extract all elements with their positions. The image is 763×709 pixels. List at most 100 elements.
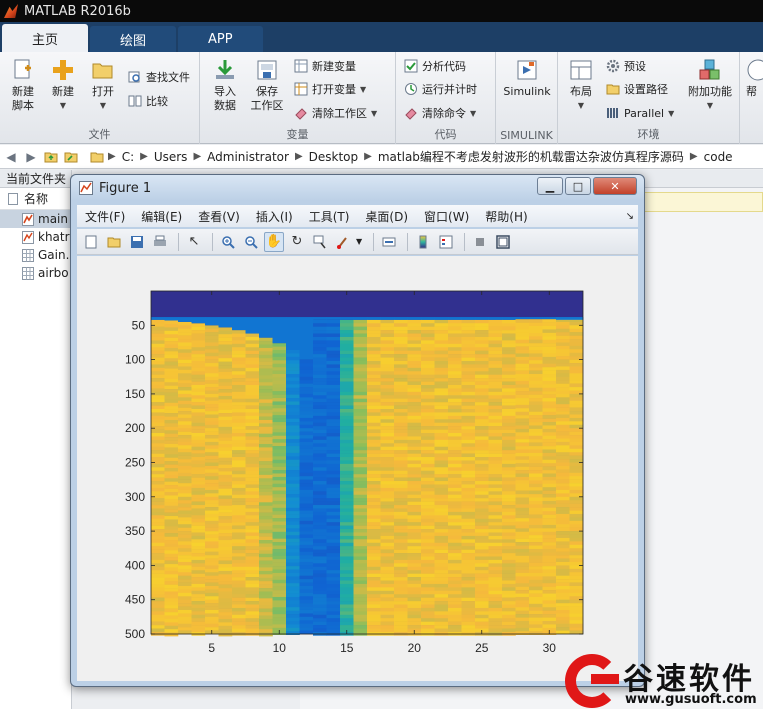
parallel-button[interactable]: Parallel ▼ [606,104,674,122]
file-row[interactable]: airbo [0,264,71,282]
heatmap-cell [367,457,381,461]
menu-desktop[interactable]: 桌面(D) [357,208,416,225]
open-button[interactable]: 打开 ▼ [86,58,120,113]
breadcrumb-item[interactable]: matlab编程不考虑发射波形的机载雷达杂波仿真程序源码 [372,148,690,165]
find-files-button[interactable]: 查找文件 [128,68,190,86]
heatmap-cell [191,350,206,355]
pan-hand-icon[interactable]: ✋ [264,231,284,252]
heatmap-chart[interactable]: 5 10 15 20 25 3050100150200250300350400450500 [77,256,638,681]
file-row[interactable]: khatri [0,228,71,246]
zoom-in-icon[interactable] [218,232,238,252]
heatmap-cell [191,518,206,523]
print-icon[interactable] [150,232,170,252]
menu-file[interactable]: 文件(F) [77,208,133,225]
new-variable-button[interactable]: 新建变量 [294,57,356,75]
heatmap-cell [502,326,516,331]
heatmap-cell [164,516,179,520]
heatmap-cell [475,604,489,609]
heatmap-cell [164,464,179,469]
menu-tools[interactable]: 工具(T) [301,208,358,225]
import-data-button[interactable]: 导入 数据 [208,58,242,113]
heatmap-cell [191,371,206,375]
heatmap-cell [218,426,233,431]
forward-arrow-icon[interactable]: ▶ [22,148,40,166]
pointer-icon[interactable]: ↖ [184,232,204,252]
heatmap-cell [475,330,489,334]
heatmap-cell [353,443,368,448]
figure-title-bar[interactable]: Figure 1 ▁ □ ✕ [71,175,644,201]
open-file-icon[interactable] [104,232,124,252]
close-button[interactable]: ✕ [593,177,637,195]
clear-workspace-button[interactable]: 清除工作区 ▼ [294,104,377,122]
heatmap-cell [340,498,354,502]
breadcrumb-item[interactable]: Desktop [303,150,365,164]
heatmap-cell [407,398,422,403]
dock-arrow-icon[interactable]: ↘ [626,211,634,222]
minimize-button[interactable]: ▁ [537,177,563,195]
data-cursor-icon[interactable] [310,232,330,252]
layout-button[interactable]: 布局 ▼ [564,58,598,113]
heatmap-cell [380,559,395,564]
heatmap-cell [434,577,449,581]
brush-icon[interactable] [333,232,353,252]
preferences-button[interactable]: 预设 [606,57,646,75]
name-column-header[interactable]: 名称 [0,188,71,210]
compare-button[interactable]: 比较 [128,92,168,110]
file-row[interactable]: main [0,210,71,228]
new-script-button[interactable]: 新建 脚本 [6,58,40,113]
heatmap-cell [434,371,449,375]
current-folder-header: 当前文件夹 [0,170,71,188]
tab-apps[interactable]: APP [178,26,263,52]
legend-icon[interactable] [436,232,456,252]
breadcrumb-item[interactable]: C: [116,150,140,164]
addons-button[interactable]: 附加功能 ▼ [686,58,734,113]
hide-plot-tools-icon[interactable] [470,232,490,252]
menu-window[interactable]: 窗口(W) [416,208,477,225]
tab-home[interactable]: 主页 [2,24,89,52]
zoom-out-icon[interactable] [241,232,261,252]
open-variable-button[interactable]: 打开变量 ▼ [294,80,366,98]
breadcrumb-item[interactable]: code [698,150,739,164]
menu-view[interactable]: 查看(V) [190,208,248,225]
heatmap-cell [313,583,327,588]
rotate-3d-icon[interactable]: ↻ [287,232,307,252]
simulink-button[interactable]: Simulink [502,58,552,99]
browse-folder-icon[interactable] [62,148,80,166]
heatmap-cell [272,555,287,560]
y-tick-label: 500 [125,627,145,641]
new-button[interactable]: 新建 ▼ [46,58,80,113]
up-folder-icon[interactable] [42,148,60,166]
breadcrumb-item[interactable]: Users [148,150,194,164]
heatmap-cell [218,574,233,579]
menu-help[interactable]: 帮助(H) [477,208,535,225]
heatmap-cell [178,558,192,563]
analyze-code-button[interactable]: 分析代码 [404,57,466,75]
menu-edit[interactable]: 编辑(E) [133,208,190,225]
run-and-time-button[interactable]: 运行并计时 [404,80,477,98]
set-path-button[interactable]: 设置路径 [606,80,668,98]
heatmap-cell [245,611,260,616]
back-arrow-icon[interactable]: ◀ [2,148,20,166]
maximize-button[interactable]: □ [565,177,591,195]
file-row[interactable]: Gain. [0,246,71,264]
heatmap-cell [502,470,516,475]
new-figure-icon[interactable] [81,232,101,252]
chevron-down-icon[interactable]: ▼ [356,237,362,246]
help-button[interactable]: 帮 [746,58,763,99]
heatmap-cell [164,344,179,349]
tab-plots[interactable]: 绘图 [90,26,177,52]
show-plot-tools-icon[interactable] [493,232,513,252]
heatmap-cell [569,537,584,542]
clear-commands-button[interactable]: 清除命令 ▼ [404,104,476,122]
colorbar-icon[interactable] [413,232,433,252]
heatmap-cell [407,364,422,369]
heatmap-cell [394,498,408,502]
breadcrumb-item[interactable]: Administrator [201,150,295,164]
heatmap-cell [178,503,192,508]
link-plot-icon[interactable] [379,232,399,252]
save-icon[interactable] [127,232,147,252]
save-workspace-button[interactable]: 保存 工作区 [246,58,288,113]
heatmap-cell [407,426,422,430]
heatmap-cell [178,462,192,467]
menu-insert[interactable]: 插入(I) [248,208,301,225]
